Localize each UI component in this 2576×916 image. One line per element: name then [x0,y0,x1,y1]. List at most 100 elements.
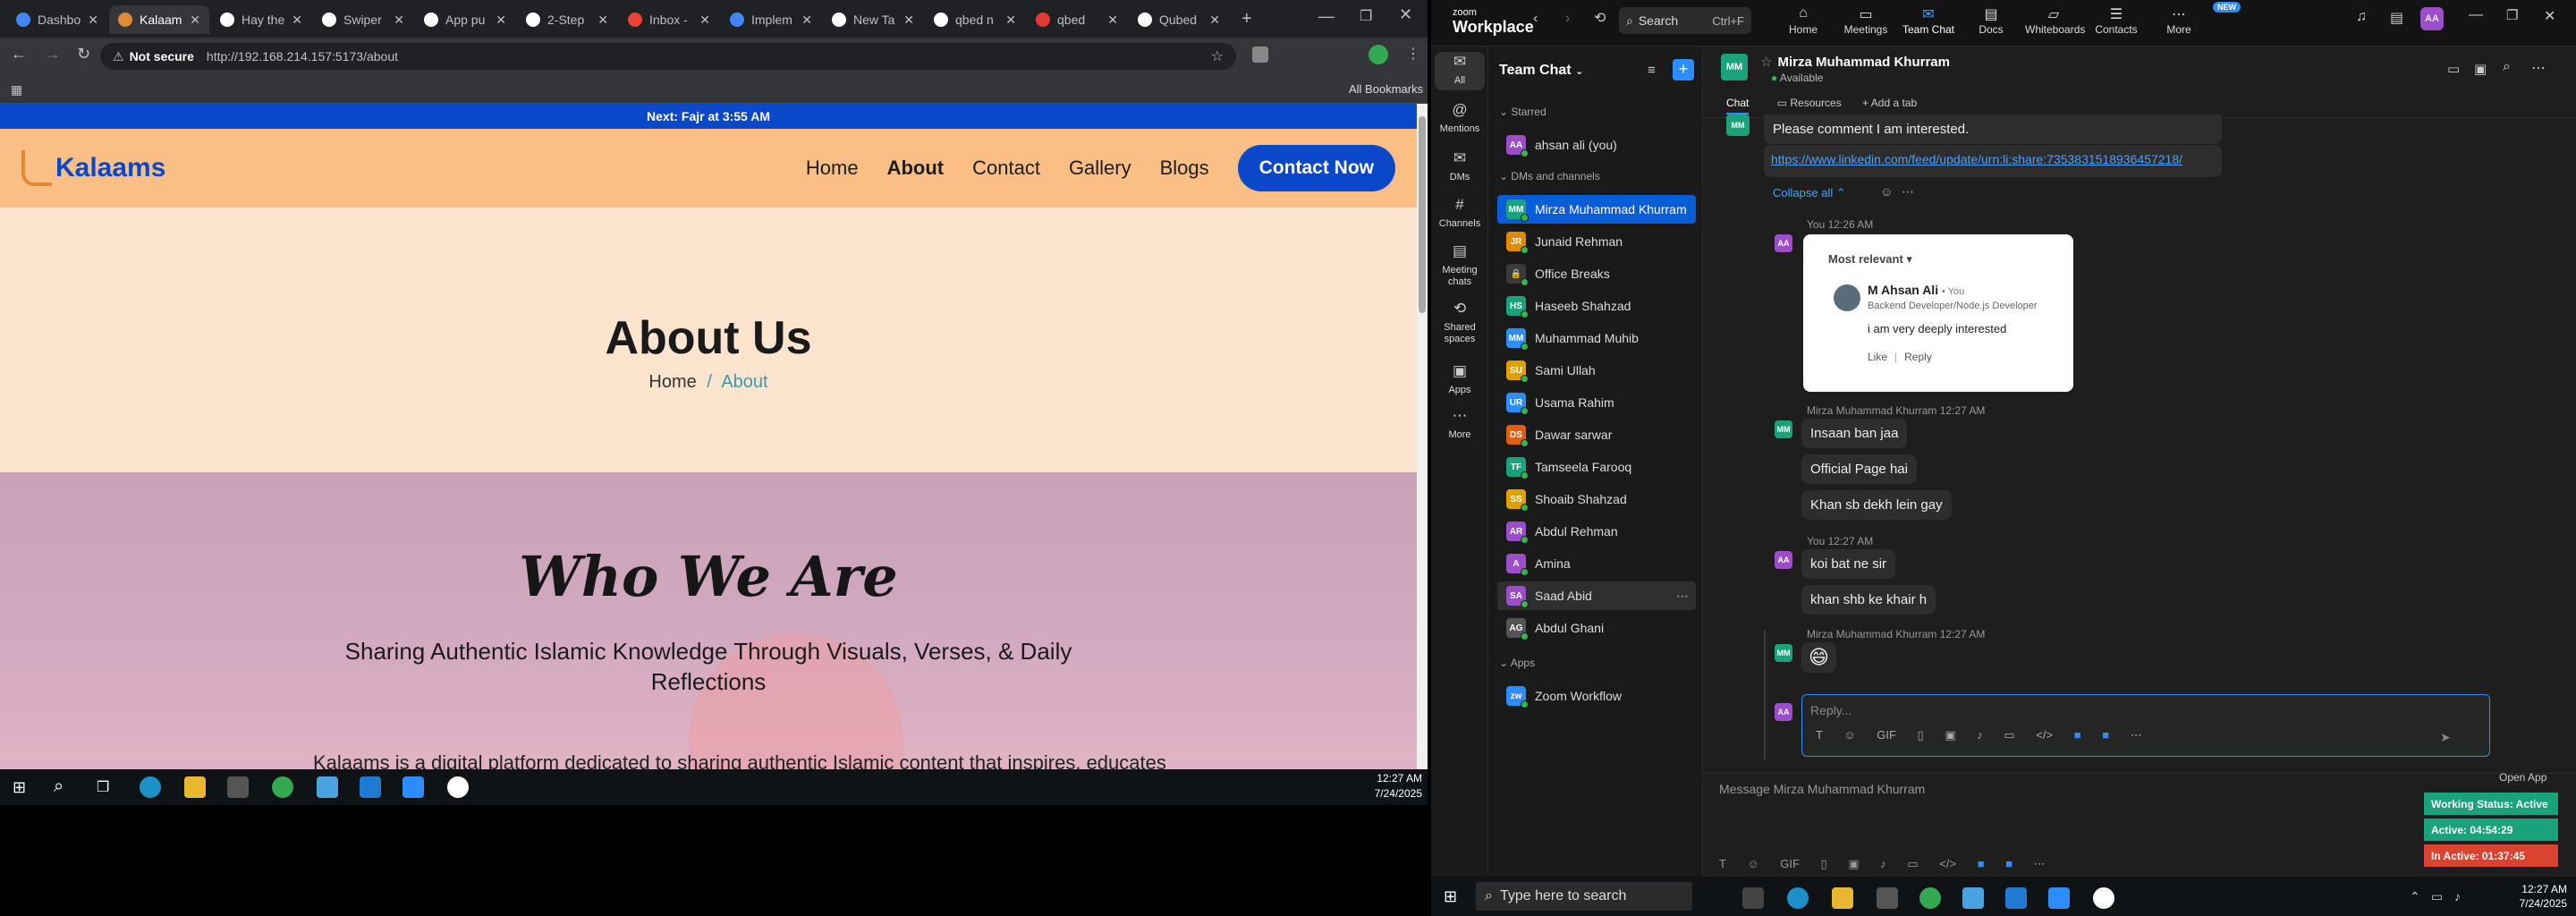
screenshot-icon[interactable]: ▣ [1945,728,1955,742]
contact-item[interactable]: DS Dawar sarwar [1497,420,1696,449]
sidebar-item-shared-spaces[interactable]: ⟲ Shared spaces [1431,299,1488,349]
video-clip-icon[interactable]: ▭ [2004,728,2014,742]
all-bookmarks[interactable]: All Bookmarks [1349,82,1423,96]
apps-header[interactable]: ⌄ Apps [1499,657,1535,669]
zoom-taskbar-icon[interactable] [2048,887,2070,909]
contact-item[interactable]: AR Abdul Rehman [1497,517,1696,546]
site-logo[interactable]: Kalaams [21,150,165,186]
team-chat-title[interactable]: Team Chat ⌄ [1499,63,1583,79]
tab-close-icon[interactable]: ✕ [1209,13,1220,28]
nav-home[interactable]: Home [806,157,859,180]
vscode-taskbar-icon[interactable] [360,776,381,798]
search-taskbar-icon[interactable]: ⌕ [54,776,64,797]
video-clip-icon[interactable]: ▭ [1907,857,1918,870]
network-icon[interactable]: ▭ [2431,889,2443,904]
sidebar-item-meeting-chats[interactable]: ▤ Meeting chats [1431,242,1488,292]
chrome-taskbar-icon[interactable] [1919,887,1941,909]
zoom-minimize-icon[interactable]: — [2469,7,2483,23]
filter-icon[interactable]: ≡ [1648,63,1656,78]
zoom-history-icon[interactable]: ⟲ [1594,9,1606,27]
minimize-icon[interactable]: — [1318,7,1335,26]
sidebar-item-mentions[interactable]: @ Mentions [1431,100,1488,139]
tab-close-icon[interactable]: ✕ [1005,13,1016,28]
store-icon[interactable] [227,776,249,798]
browser-tab[interactable]: Implem ✕ [721,5,821,34]
win-start-icon[interactable]: ⊞ [1444,887,1457,906]
tab-close-icon[interactable]: ✕ [699,13,710,28]
edge-icon[interactable] [140,776,161,798]
volume-icon[interactable]: ♪ [2454,889,2461,903]
app-icon[interactable]: ■ [2074,728,2081,742]
starred-item[interactable]: AA ahsan ali (you) [1497,131,1696,159]
code-icon[interactable]: </> [2036,728,2053,742]
zoom-tab-docs[interactable]: ▤ Docs [1962,5,2020,43]
emoji-icon[interactable]: ☺ [1843,728,1855,742]
file-icon[interactable]: ▯ [1918,728,1924,742]
chat-search-icon[interactable]: ⌕ [2503,59,2511,75]
tab-close-icon[interactable]: ✕ [394,13,404,28]
screenshot-icon[interactable]: ▣ [1848,857,1859,870]
browser-tab[interactable]: Hay the ✕ [211,5,311,34]
app-taskbar-icon[interactable] [1962,887,1984,909]
zoom-tab-team-chat[interactable]: ✉ Team Chat [1900,5,1957,43]
contact-item[interactable]: TF Tamseela Farooq [1497,453,1696,481]
app2-taskbar-icon[interactable] [447,776,469,798]
tab-close-icon[interactable]: ✕ [496,13,506,28]
nav-contact[interactable]: Contact [972,157,1040,180]
contact-item[interactable]: SU Sami Ullah [1497,356,1696,385]
nav-gallery[interactable]: Gallery [1069,157,1131,180]
sidebar-item-all[interactable]: ✉ All [1435,52,1485,90]
contact-item[interactable]: MM Muhammad Muhib [1497,324,1696,352]
reply-more-icon[interactable]: ⋯ [2131,728,2142,742]
browser-tab[interactable]: Inbox - ✕ [619,5,719,34]
breadcrumb-home[interactable]: Home [648,372,696,392]
forward-icon[interactable]: → [45,45,61,64]
win-search[interactable]: ⌕ Type here to search [1476,882,1692,911]
tab-close-icon[interactable]: ✕ [597,13,608,28]
card-sort[interactable]: Most relevant ▾ [1828,252,1912,267]
code-icon[interactable]: </> [1939,857,1956,870]
zoom-forward-icon[interactable]: › [1565,11,1570,27]
contact-item[interactable]: UR Usama Rahim [1497,388,1696,417]
start-icon[interactable]: ⊞ [13,778,26,797]
browser-tab[interactable]: App pu ✕ [415,5,515,34]
card-reply[interactable]: Reply [1904,351,1932,363]
browser-tab[interactable]: qbed ✕ [1027,5,1127,34]
zoom-taskbar-icon[interactable] [402,776,424,798]
message-more-icon[interactable]: ⋯ [2034,857,2046,870]
gif-icon[interactable]: GIF [1877,728,1896,742]
add-tab[interactable]: + Add a tab [1862,97,1917,109]
extension-icon[interactable] [1252,47,1268,63]
restore-icon[interactable]: ❐ [1360,7,1372,25]
mic-icon[interactable]: ♪ [1977,728,1983,742]
contact-item[interactable]: SA Saad Abid ⋯ [1497,581,1696,610]
app-icon[interactable]: ■ [1978,857,1985,870]
sidebar-item-channels[interactable]: # Channels [1431,195,1488,233]
profile-avatar[interactable] [1368,45,1388,64]
format-icon[interactable]: T [1719,857,1726,870]
user-avatar[interactable]: AA [2420,7,2444,30]
chat-more-icon[interactable]: ⋯ [2531,59,2546,77]
zoom-tab-meetings[interactable]: ▭ Meetings [1837,5,1894,43]
apps-grid-icon[interactable]: ▦ [11,82,22,98]
close-window-icon[interactable]: ✕ [1399,5,1412,24]
browser-tab[interactable]: 2-Step ✕ [517,5,617,34]
screen-icon[interactable]: ▣ [2474,61,2487,77]
contact-now-button[interactable]: Contact Now [1237,145,1395,191]
zoom-restore-icon[interactable]: ❐ [2506,7,2518,23]
browser-tab[interactable]: Qubed ✕ [1129,5,1229,34]
file-icon[interactable]: ▯ [1821,857,1827,870]
gif-icon[interactable]: GIF [1780,857,1800,870]
tab-resources[interactable]: ▭ Resources [1777,97,1842,109]
tab-close-icon[interactable]: ✕ [292,13,302,28]
contact-item[interactable]: SS Shoaib Shahzad [1497,485,1696,513]
collapse-all-link[interactable]: Collapse all ⌃ [1773,186,1846,200]
contact-more-icon[interactable]: ⋯ [1676,589,1689,604]
star-icon[interactable]: ☆ [1760,55,1772,70]
browser-tab[interactable]: Kalaam ✕ [109,5,209,34]
browser-tab[interactable]: New Ta ✕ [823,5,923,34]
bell-icon[interactable]: ♫ [2356,9,2367,25]
app-taskbar-icon[interactable] [317,776,338,798]
calendar-icon[interactable]: ▤ [2390,9,2403,27]
sidebar-item-dms[interactable]: ✉ DMs [1431,148,1488,187]
